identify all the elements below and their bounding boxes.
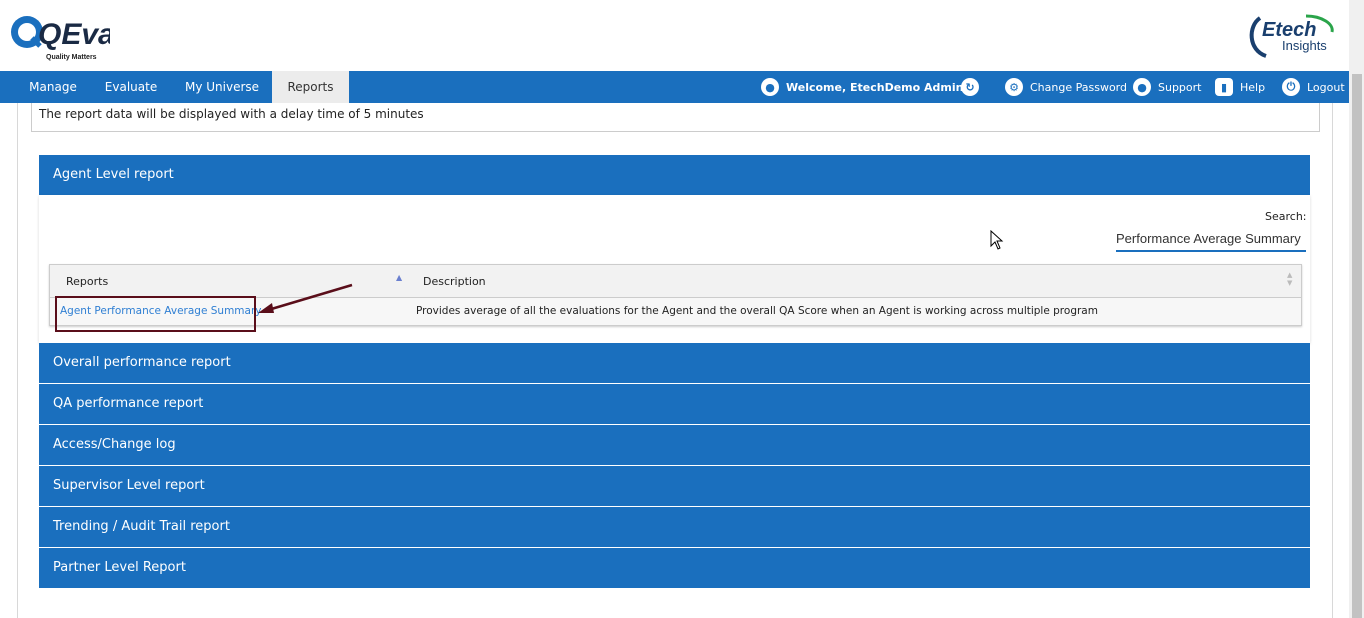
support-button[interactable]: ● Support [1133, 71, 1201, 103]
highlight-box [55, 296, 256, 332]
section-title: Access/Change log [53, 437, 176, 452]
delay-notice-text: The report data will be displayed with a… [39, 107, 424, 121]
section-title: Agent Level report [53, 167, 174, 182]
help-button[interactable]: ▮ Help [1215, 71, 1265, 103]
etech-insights-logo[interactable]: Etech Insights [1246, 10, 1338, 62]
nav-evaluate[interactable]: Evaluate [96, 71, 166, 103]
logout-button[interactable]: ⏻ Logout [1282, 71, 1345, 103]
section-overall-performance-report[interactable]: Overall performance report [39, 343, 1310, 383]
support-label: Support [1158, 80, 1202, 94]
section-title: Overall performance report [53, 355, 231, 370]
section-qa-performance-report[interactable]: QA performance report [39, 384, 1310, 424]
column-header-description[interactable]: Description [423, 275, 486, 288]
section-partner-level-report[interactable]: Partner Level Report [39, 548, 1310, 588]
section-agent-level-report[interactable]: Agent Level report [39, 155, 1310, 195]
svg-text:Quality Matters: Quality Matters [46, 54, 97, 61]
nav-manage[interactable]: Manage [18, 71, 88, 103]
welcome-user[interactable]: ● Welcome, EtechDemo Admin [761, 71, 963, 103]
main-nav: Manage Evaluate My Universe Reports ● We… [0, 71, 1349, 103]
power-icon: ⏻ [1282, 78, 1300, 96]
nav-reports[interactable]: Reports [272, 71, 349, 103]
mouse-cursor-icon [990, 230, 1004, 250]
page-scrollbar-thumb[interactable] [1352, 74, 1362, 618]
search-input[interactable] [1116, 226, 1306, 252]
help-icon: ▮ [1215, 78, 1233, 96]
annotation-arrow-icon [258, 283, 353, 313]
search-label: Search: [1265, 210, 1307, 223]
change-password-button[interactable]: ⚙ Change Password [1005, 71, 1127, 103]
support-icon: ● [1133, 78, 1151, 96]
svg-text:QEval: QEval [38, 18, 110, 51]
logout-label: Logout [1307, 80, 1345, 94]
table-header: Reports ▲ Description ▲ ▼ [50, 265, 1301, 298]
section-title: Supervisor Level report [53, 478, 205, 493]
app-header: QEval Quality Matters Etech Insights [0, 0, 1349, 71]
nav-my-universe[interactable]: My Universe [178, 71, 266, 103]
column-header-reports[interactable]: Reports [66, 275, 108, 288]
help-label: Help [1240, 80, 1266, 94]
sort-asc-icon[interactable]: ▲ [396, 273, 402, 282]
section-access-change-log[interactable]: Access/Change log [39, 425, 1310, 465]
sort-both-icon[interactable]: ▲ ▼ [1287, 271, 1292, 287]
section-supervisor-level-report[interactable]: Supervisor Level report [39, 466, 1310, 506]
welcome-text: Welcome, EtechDemo Admin [786, 80, 964, 94]
refresh-button[interactable]: ↻ [961, 71, 986, 103]
report-description: Provides average of all the evaluations … [416, 305, 1098, 317]
user-icon: ● [761, 78, 779, 96]
delay-notice: The report data will be displayed with a… [31, 103, 1320, 132]
section-trending-audit-trail-report[interactable]: Trending / Audit Trail report [39, 507, 1310, 547]
svg-text:Insights: Insights [1282, 38, 1327, 53]
qeval-logo[interactable]: QEval Quality Matters [10, 10, 110, 62]
refresh-icon: ↻ [961, 78, 979, 96]
change-password-label: Change Password [1030, 80, 1127, 94]
section-title: Partner Level Report [53, 560, 186, 575]
section-title: Trending / Audit Trail report [53, 519, 230, 534]
section-title: QA performance report [53, 396, 204, 411]
gear-icon: ⚙ [1005, 78, 1023, 96]
